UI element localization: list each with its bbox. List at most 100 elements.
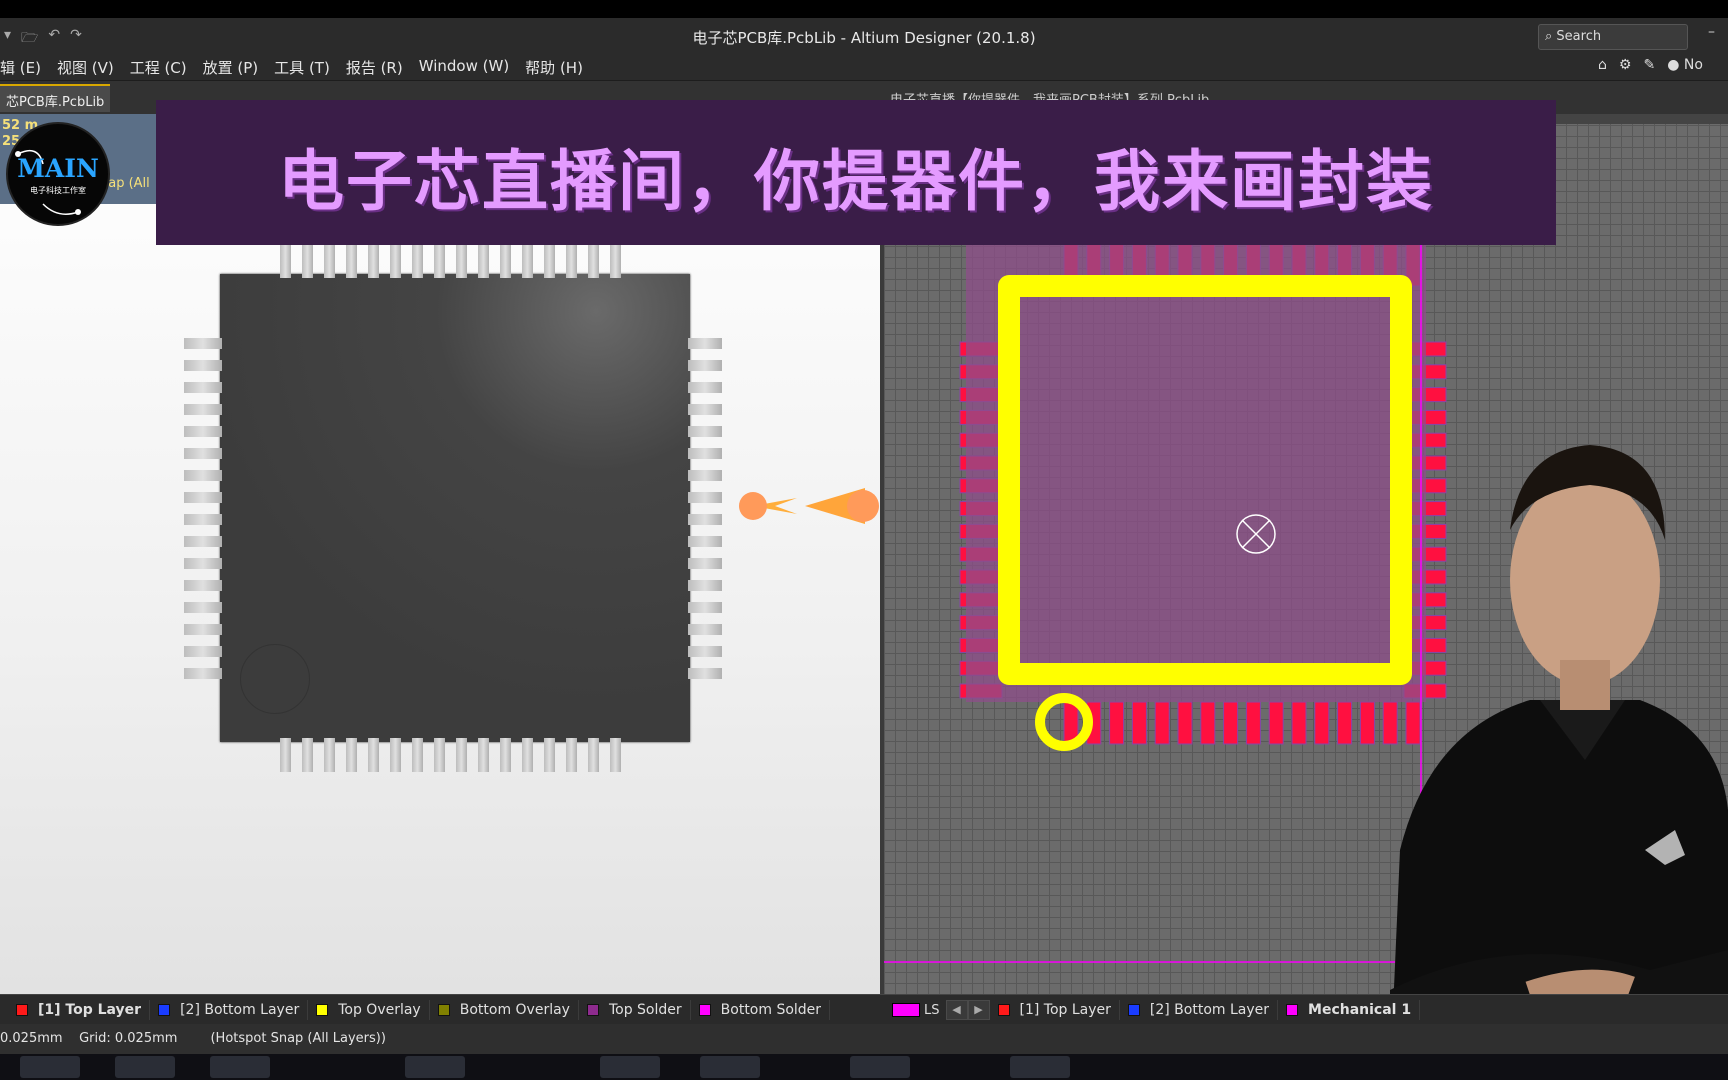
3d-view-panel[interactable]: 52 m 25 nap (All <box>0 114 880 994</box>
taskbar-app[interactable] <box>600 1056 660 1078</box>
chip-pin <box>566 244 577 278</box>
chip-pin <box>610 738 621 772</box>
chip-pin <box>688 338 722 349</box>
chip-pin <box>434 738 445 772</box>
chip-pin <box>500 244 511 278</box>
chip-pin <box>478 738 489 772</box>
menu-reports[interactable]: 报告 (R) <box>346 57 403 78</box>
menu-project[interactable]: 工程 (C) <box>130 57 187 78</box>
taskbar-app[interactable] <box>850 1056 910 1078</box>
home-icon[interactable]: ⌂ <box>1598 57 1607 73</box>
taskbar-app[interactable] <box>210 1056 270 1078</box>
chip-pin <box>688 558 722 569</box>
layer-tab-bottom-layer-right[interactable]: [2] Bottom Layer <box>1120 1000 1279 1020</box>
chip-pin <box>368 244 379 278</box>
chip-pin <box>184 426 222 437</box>
search-input[interactable]: ⌕ Search <box>1538 24 1688 50</box>
minimize-button[interactable]: – <box>1708 24 1715 40</box>
layer-tab-bottom-overlay[interactable]: Bottom Overlay <box>430 1000 579 1020</box>
menu-help[interactable]: 帮助 (H) <box>525 57 583 78</box>
chip-pin <box>456 738 467 772</box>
chip-pin <box>544 244 555 278</box>
chip-pin <box>688 426 722 437</box>
layer-swatch <box>16 1004 28 1016</box>
chip-pin <box>184 404 222 415</box>
smd-pad <box>1200 701 1216 745</box>
chip-pin <box>184 360 222 371</box>
chip-pin <box>500 738 511 772</box>
layer-swatch <box>316 1004 329 1016</box>
user-icon[interactable]: ● No <box>1667 57 1703 73</box>
chip-pin <box>184 624 222 635</box>
menu-tools[interactable]: 工具 (T) <box>274 57 330 78</box>
chip-pin <box>456 244 467 278</box>
layer-next-button[interactable]: ▶ <box>967 1000 990 1020</box>
chip-pin <box>184 514 222 525</box>
layer-tab-bottom-layer[interactable]: [2] Bottom Layer <box>150 1000 309 1020</box>
smd-pad <box>1359 701 1375 745</box>
smd-pad <box>1268 701 1284 745</box>
chip-pin <box>184 668 222 679</box>
layer-swatch <box>586 1004 599 1016</box>
chip-pin <box>688 602 722 613</box>
chip-pin <box>368 738 379 772</box>
chip-pin <box>302 244 313 278</box>
body-outline-fill <box>966 244 1426 702</box>
chip-pin <box>346 738 357 772</box>
chip-pin <box>412 244 423 278</box>
taskbar-app[interactable] <box>20 1056 80 1078</box>
logo-subtitle: 电子科技工作室 <box>30 186 86 195</box>
chip-pin <box>688 624 722 635</box>
menu-window[interactable]: Window (W) <box>419 57 509 78</box>
smd-pad <box>1291 701 1307 745</box>
chip-pin <box>184 536 222 547</box>
gear-icon[interactable]: ⚙ <box>1619 57 1632 73</box>
taskbar-app[interactable] <box>405 1056 465 1078</box>
layer-swatch <box>1286 1004 1299 1016</box>
layer-tab-top-layer[interactable]: [1] Top Layer <box>8 1000 151 1020</box>
chip-pin <box>184 448 222 459</box>
smd-pad <box>1177 701 1193 745</box>
chip-pin <box>302 738 313 772</box>
menu-view[interactable]: 视图 (V) <box>57 57 114 78</box>
menu-place[interactable]: 放置 (P) <box>203 57 259 78</box>
chip-pin <box>522 244 533 278</box>
document-tab[interactable]: 芯PCB库.PcbLib <box>0 84 111 112</box>
chip-pin <box>688 492 722 503</box>
layer-tab-bottom-solder[interactable]: Bottom Solder <box>691 1000 831 1020</box>
hotspot-snap: (Hotspot Snap (All Layers)) <box>210 1031 386 1046</box>
status-bar: 0.025mm Grid: 0.025mm (Hotspot Snap (All… <box>0 1024 1728 1054</box>
chip-pin <box>184 580 222 591</box>
layer-tab-mechanical-1[interactable]: Mechanical 1 <box>1278 1000 1421 1020</box>
taskbar-app[interactable] <box>1010 1056 1070 1078</box>
layer-tab-top-solder[interactable]: Top Solder <box>579 1000 691 1020</box>
chip-pin <box>184 646 222 657</box>
chip-pin <box>588 244 599 278</box>
notification-icon[interactable]: ✎ <box>1643 57 1655 73</box>
chip-pin <box>434 244 445 278</box>
snap-value: 0.025mm <box>0 1031 63 1046</box>
logo-text: MAIN <box>17 154 99 183</box>
chip-pin <box>184 558 222 569</box>
layer-tab-top-overlay[interactable]: Top Overlay <box>308 1000 430 1020</box>
layer-swatch <box>698 1004 711 1016</box>
chip-pin <box>324 738 335 772</box>
layer-prev-button[interactable]: ◀ <box>945 1000 968 1020</box>
smd-pad <box>1314 701 1330 745</box>
menu-edit[interactable]: 辑 (E) <box>0 57 41 78</box>
smd-pad <box>1223 701 1239 745</box>
chip-pin <box>184 602 222 613</box>
main-menu: 辑 (E) 视图 (V) 工程 (C) 放置 (P) 工具 (T) 报告 (R)… <box>0 57 583 78</box>
layer-tab-top-layer-right[interactable]: [1] Top Layer <box>990 1000 1120 1020</box>
chip-pin <box>184 470 222 481</box>
chip-pin <box>688 360 722 371</box>
chip-pin <box>688 646 722 657</box>
layer-set-button[interactable]: LS <box>886 1000 946 1020</box>
chip-pin <box>522 738 533 772</box>
chip-3d-body[interactable] <box>220 274 690 742</box>
taskbar-app[interactable] <box>115 1056 175 1078</box>
search-icon: ⌕ <box>1545 29 1557 44</box>
arrow-graphic <box>739 488 879 524</box>
presenter-overlay <box>1390 430 1728 1080</box>
taskbar-app[interactable] <box>700 1056 760 1078</box>
